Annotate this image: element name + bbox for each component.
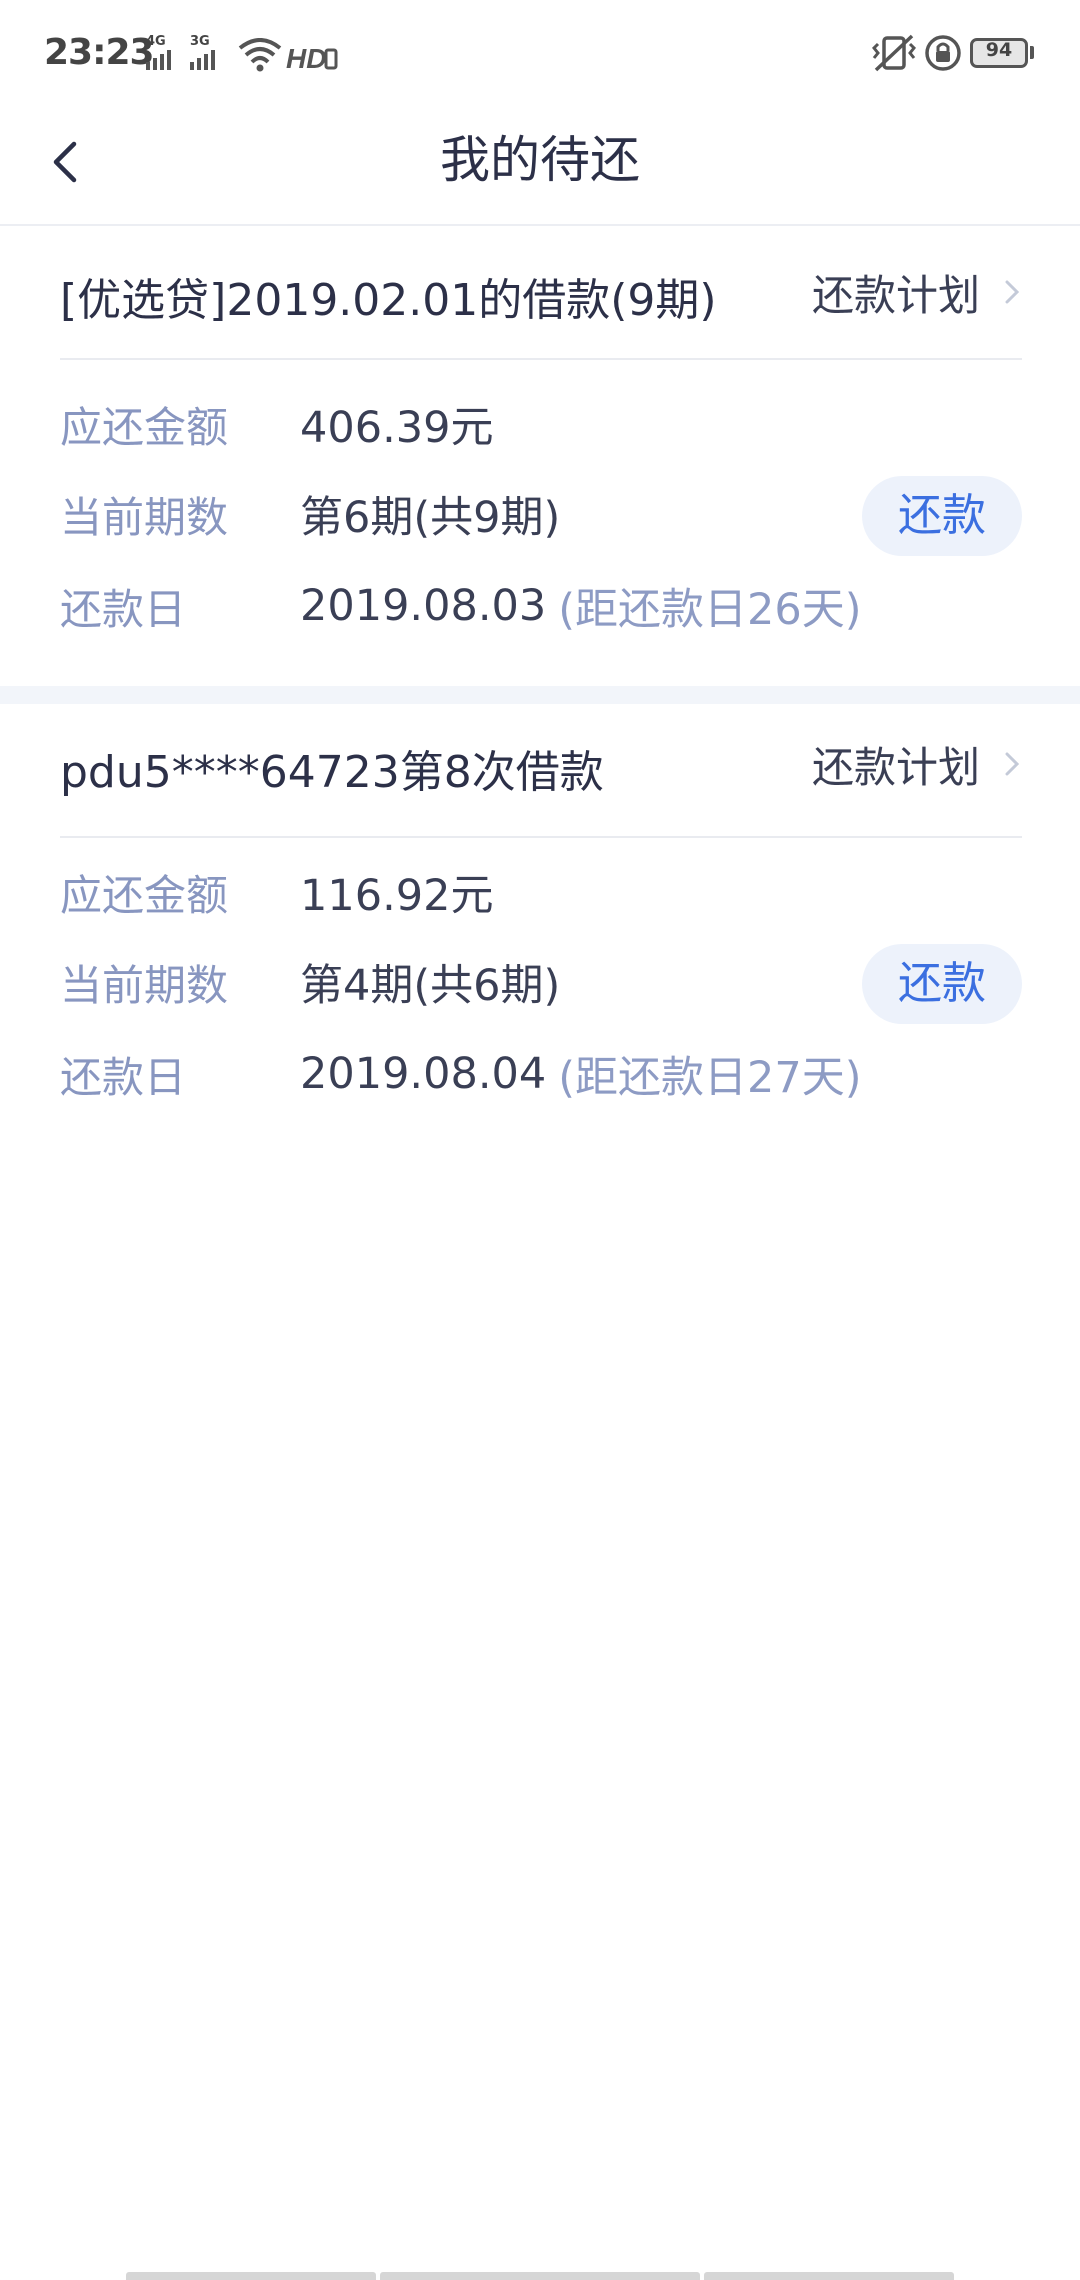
- nav-hint-recents[interactable]: [704, 2272, 954, 2280]
- amount-label: 应还金额: [60, 870, 229, 920]
- chevron-right-icon: [1005, 280, 1020, 304]
- due-date-label: 还款日: [60, 584, 187, 634]
- screen: 23:23 4G 3G HD 94 我的待还 [优选贷]2019.02.01的借…: [0, 0, 1080, 2280]
- status-time: 23:23: [44, 32, 155, 73]
- period-label: 当前期数: [60, 960, 229, 1010]
- amount-value: 406.39元: [300, 403, 494, 453]
- period-row: 当前期数 第6期(共9期): [60, 484, 560, 544]
- repayment-plan-link[interactable]: 还款计划: [812, 264, 1022, 320]
- repay-button[interactable]: 还款: [862, 944, 1022, 1024]
- amount-row: 应还金额 116.92元: [60, 862, 493, 922]
- vibrate-icon: [872, 34, 916, 72]
- amount-label: 应还金额: [60, 402, 229, 452]
- status-bar: 23:23 4G 3G HD 94: [0, 0, 1080, 110]
- signal-3g-label: 3G: [190, 34, 210, 49]
- period-value: 第6期(共9期): [300, 493, 561, 543]
- period-row: 当前期数 第4期(共6期): [60, 952, 560, 1012]
- signal-4g-label: 4G: [146, 34, 166, 49]
- signal-4g-icon: [146, 50, 171, 70]
- days-remaining: (距还款日27天): [558, 1053, 862, 1103]
- repayment-plan-label: 还款计划: [811, 270, 980, 320]
- days-remaining: (距还款日26天): [558, 585, 862, 635]
- due-date-row: 还款日 2019.08.03 (距还款日26天): [60, 576, 861, 636]
- wifi-icon: [238, 38, 282, 72]
- repayment-plan-link[interactable]: 还款计划: [812, 736, 1022, 792]
- rotation-lock-icon: [925, 35, 961, 71]
- chevron-right-icon: [1005, 752, 1020, 776]
- due-date-value: 2019.08.04: [300, 1049, 547, 1099]
- due-date-value: 2019.08.03: [300, 581, 547, 631]
- due-date-row: 还款日 2019.08.04 (距还款日27天): [60, 1044, 861, 1104]
- loan-card-header: pdu5****64723第8次借款 还款计划: [60, 704, 1022, 838]
- loan-title: [优选贷]2019.02.01的借款(9期): [60, 275, 717, 326]
- svg-text:HD: HD: [286, 43, 326, 72]
- repayment-plan-label: 还款计划: [811, 742, 980, 792]
- signal-3g-icon: [190, 50, 215, 70]
- nav-bar: 我的待还: [0, 110, 1080, 226]
- page-title: 我的待还: [440, 131, 640, 189]
- loan-title: pdu5****64723第8次借款: [60, 747, 604, 798]
- period-value: 第4期(共6期): [300, 961, 561, 1011]
- repay-button[interactable]: 还款: [862, 476, 1022, 556]
- battery-tip: [1030, 46, 1034, 59]
- battery-level: 94: [985, 39, 1013, 61]
- section-divider: [0, 686, 1080, 704]
- nav-hint-back[interactable]: [126, 2272, 376, 2280]
- amount-value: 116.92元: [300, 871, 494, 921]
- amount-row: 应还金额 406.39元: [60, 394, 493, 454]
- loan-card: pdu5****64723第8次借款 还款计划 应还金额 116.92元 当前期…: [0, 704, 1080, 1124]
- period-label: 当前期数: [60, 492, 229, 542]
- loan-card-header: [优选贷]2019.02.01的借款(9期) 还款计划: [60, 226, 1022, 360]
- loan-card: [优选贷]2019.02.01的借款(9期) 还款计划 应还金额 406.39元…: [0, 226, 1080, 686]
- hd-icon: HD: [286, 43, 338, 72]
- nav-hint-home[interactable]: [380, 2272, 700, 2280]
- due-date-label: 还款日: [60, 1052, 187, 1102]
